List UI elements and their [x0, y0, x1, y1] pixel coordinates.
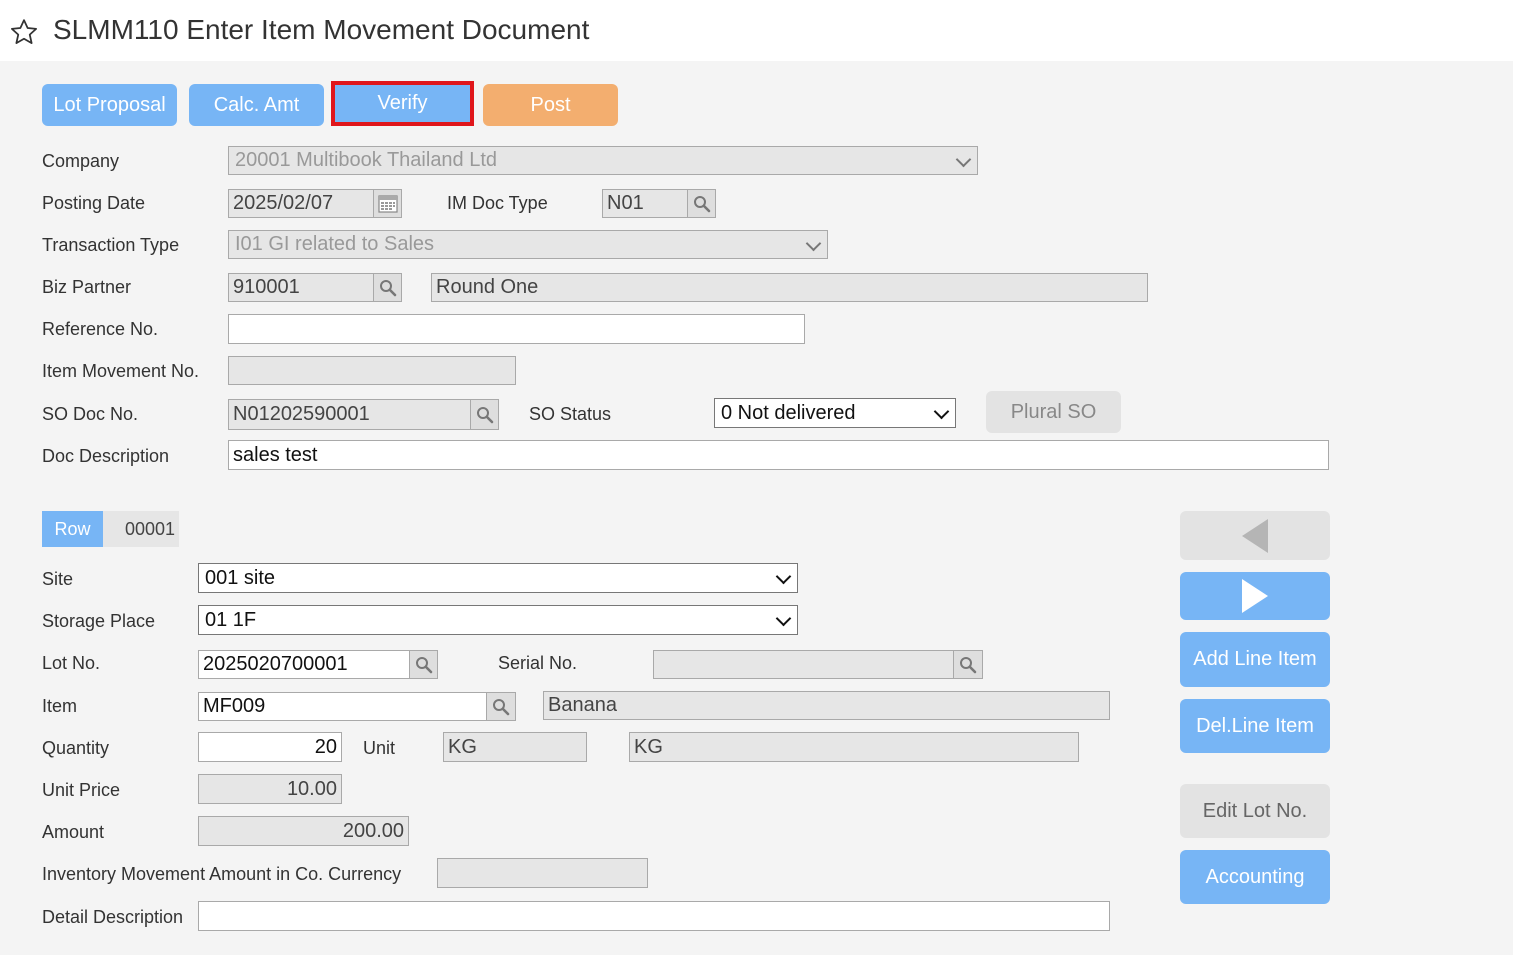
search-icon: [693, 195, 710, 212]
lot-proposal-button[interactable]: Lot Proposal: [42, 84, 177, 126]
quantity-label: Quantity: [42, 738, 110, 758]
doc-description-input[interactable]: sales test: [228, 440, 1329, 470]
transaction-type-value: I01 GI related to Sales: [235, 233, 435, 255]
chevron-down-icon: [775, 610, 792, 627]
search-icon: [415, 656, 432, 673]
calendar-button[interactable]: [373, 189, 402, 218]
unit-code: KG: [443, 732, 587, 762]
plural-so-button[interactable]: Plural SO: [986, 391, 1121, 433]
chevron-down-icon: [955, 151, 972, 167]
posting-date-label: Posting Date: [42, 193, 146, 213]
company-value: 20001 Multibook Thailand Ltd: [235, 149, 498, 171]
search-icon: [476, 406, 493, 423]
inventory-amount-label: Inventory Movement Amount in Co. Currenc…: [42, 864, 402, 884]
serial-no-label: Serial No.: [498, 653, 578, 673]
serial-no-search-button[interactable]: [953, 650, 983, 679]
unit-price-field: 10.00: [198, 774, 342, 804]
reference-no-input[interactable]: [228, 314, 805, 344]
add-line-item-button[interactable]: Add Line Item: [1180, 632, 1330, 687]
item-code-input[interactable]: MF009: [198, 692, 487, 721]
chevron-down-icon: [805, 235, 822, 251]
prev-row-button[interactable]: [1180, 511, 1330, 560]
item-name: Banana: [543, 691, 1110, 720]
reference-no-label: Reference No.: [42, 319, 159, 339]
unit-name: KG: [629, 732, 1079, 762]
transaction-type-label: Transaction Type: [42, 235, 180, 255]
row-tag: Row: [42, 511, 103, 547]
quantity-input[interactable]: 20: [198, 732, 342, 762]
search-icon: [960, 656, 977, 673]
search-icon: [493, 698, 510, 715]
lot-no-search-button[interactable]: [409, 650, 438, 679]
lot-no-label: Lot No.: [42, 653, 101, 673]
lot-no-input[interactable]: 2025020700001: [198, 650, 410, 679]
site-label: Site: [42, 569, 74, 589]
company-select: 20001 Multibook Thailand Ltd: [228, 146, 978, 175]
calc-amt-button[interactable]: Calc. Amt: [189, 84, 324, 126]
biz-partner-label: Biz Partner: [42, 277, 132, 297]
page-title: SLMM110 Enter Item Movement Document: [53, 14, 590, 45]
biz-partner-search-button[interactable]: [373, 273, 402, 302]
so-status-select[interactable]: 0 Not delivered: [714, 398, 956, 428]
detail-description-input[interactable]: [198, 901, 1110, 931]
im-doc-type-search-button[interactable]: [687, 189, 716, 218]
edit-lot-no-button[interactable]: Edit Lot No.: [1180, 784, 1330, 838]
site-value: 001 site: [205, 566, 276, 589]
posting-date-input[interactable]: 2025/02/07: [228, 189, 374, 218]
im-doc-type-label: IM Doc Type: [447, 193, 548, 213]
storage-place-value: 01 1F: [205, 608, 257, 631]
post-button[interactable]: Post: [483, 84, 618, 126]
unit-price-label: Unit Price: [42, 780, 121, 800]
triangle-left-icon: [1242, 518, 1268, 553]
so-status-label: SO Status: [529, 404, 612, 424]
triangle-right-icon: [1242, 579, 1268, 613]
item-label: Item: [42, 696, 78, 716]
search-icon: [379, 279, 396, 296]
amount-field: 200.00: [198, 816, 409, 846]
so-doc-search-button[interactable]: [470, 399, 499, 430]
so-doc-no-input[interactable]: N01202590001: [228, 399, 471, 430]
row-number: 00001: [103, 511, 179, 547]
im-doc-type-input[interactable]: N01: [602, 189, 688, 218]
storage-place-label: Storage Place: [42, 611, 156, 631]
next-row-button[interactable]: [1180, 572, 1330, 620]
accounting-button[interactable]: Accounting: [1180, 850, 1330, 904]
star-outline-icon[interactable]: [9, 17, 39, 47]
item-movement-no-field: [228, 356, 516, 385]
so-status-value: 0 Not delivered: [721, 401, 856, 424]
site-select[interactable]: 001 site: [198, 563, 798, 593]
chevron-down-icon: [775, 568, 792, 585]
row-indicator: Row 00001: [42, 511, 179, 547]
amount-label: Amount: [42, 822, 105, 842]
item-search-button[interactable]: [486, 692, 516, 721]
chevron-down-icon: [933, 403, 950, 420]
item-movement-no-label: Item Movement No.: [42, 361, 200, 381]
unit-label: Unit: [363, 738, 396, 758]
detail-description-label: Detail Description: [42, 907, 184, 927]
inventory-amount-field: [437, 858, 648, 888]
doc-description-label: Doc Description: [42, 446, 170, 466]
title-bar: SLMM110 Enter Item Movement Document: [0, 0, 1513, 61]
storage-place-select[interactable]: 01 1F: [198, 605, 798, 635]
biz-partner-name: Round One: [431, 273, 1148, 302]
calendar-icon: [377, 194, 398, 213]
verify-button[interactable]: Verify: [331, 81, 474, 126]
so-doc-no-label: SO Doc No.: [42, 404, 139, 424]
company-label: Company: [42, 151, 120, 171]
del-line-item-button[interactable]: Del.Line Item: [1180, 699, 1330, 753]
biz-partner-code-input[interactable]: 910001: [228, 273, 374, 302]
transaction-type-select: I01 GI related to Sales: [228, 230, 828, 259]
serial-no-input[interactable]: [653, 650, 954, 679]
